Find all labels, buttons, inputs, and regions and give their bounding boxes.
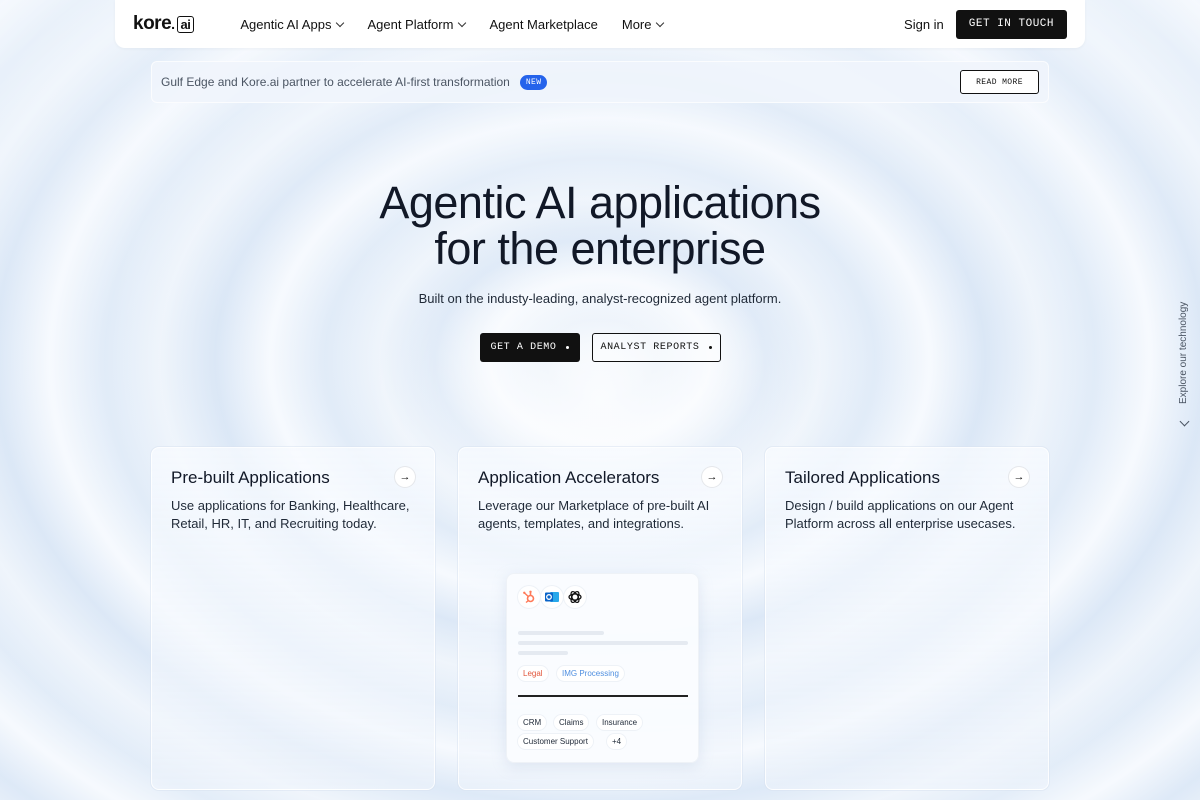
main-menu: Agentic AI Apps Agent Platform Agent Mar… [240, 16, 665, 32]
banner-text: Gulf Edge and Kore.ai partner to acceler… [161, 75, 510, 89]
placeholder-line [518, 641, 688, 645]
chevron-down-icon [336, 18, 345, 27]
read-more-button[interactable]: READ MORE [960, 70, 1039, 94]
chip-claims: Claims [554, 715, 589, 730]
menu-item-label: Agent Platform [367, 16, 454, 32]
menu-item-agentic-ai-apps[interactable]: Agentic AI Apps [240, 16, 345, 32]
arrow-right-icon[interactable]: → [395, 467, 415, 487]
logo-suffix: ai [176, 15, 195, 33]
get-a-demo-label: GET A DEMO [490, 342, 557, 353]
chip-customer-support: Customer Support [518, 734, 593, 749]
menu-item-label: Agentic AI Apps [240, 16, 332, 32]
hero-title-line1: Agentic AI applications [379, 177, 821, 228]
arrow-right-icon[interactable]: → [1009, 467, 1029, 487]
accelerator-mockup: Legal IMG Processing CRM Claims Insuranc… [506, 573, 699, 763]
menu-item-agent-marketplace[interactable]: Agent Marketplace [489, 17, 597, 32]
explore-technology-text: Explore our technology [1178, 301, 1189, 404]
card-title: Tailored Applications [785, 468, 940, 487]
top-navbar: kore. ai Agentic AI Apps Agent Platform A… [115, 0, 1085, 48]
legal-tag: Legal [518, 666, 548, 681]
chip-insurance: Insurance [597, 715, 643, 730]
sign-in-link[interactable]: Sign in [904, 17, 944, 32]
get-in-touch-button[interactable]: GET IN TOUCH [955, 9, 1067, 39]
analyst-reports-button[interactable]: ANALYST REPORTS [591, 333, 721, 362]
card-tailored-applications[interactable]: Tailored Applications → Design / build a… [765, 447, 1049, 790]
card-body: Leverage our Marketplace of pre-built AI… [478, 498, 710, 531]
card-prebuilt-applications[interactable]: Pre-built Applications → Use application… [151, 447, 435, 790]
hero-title-line2: for the enterprise [434, 223, 766, 274]
menu-item-agent-platform[interactable]: Agent Platform [367, 16, 467, 32]
menu-item-more[interactable]: More [621, 16, 665, 32]
card-body: Design / build applications on our Agent… [785, 498, 1016, 531]
menu-item-label: Agent Marketplace [489, 16, 598, 32]
chevron-down-icon [656, 18, 665, 27]
get-a-demo-button[interactable]: GET A DEMO [479, 333, 580, 362]
kore-ai-logo[interactable]: kore. ai [133, 13, 195, 35]
outlook-icon [541, 586, 563, 608]
openai-icon [564, 586, 586, 608]
card-application-accelerators[interactable]: Application Accelerators → Leverage our … [458, 447, 742, 790]
separator-line [518, 695, 688, 697]
placeholder-line [518, 631, 604, 635]
hero-title: Agentic AI applications for the enterpri… [0, 180, 1200, 272]
dot-icon [565, 346, 569, 349]
card-body: Use applications for Banking, Healthcare… [171, 498, 410, 531]
analyst-reports-label: ANALYST REPORTS [600, 342, 700, 353]
chevron-down-icon[interactable] [1179, 416, 1190, 427]
announcement-banner: Gulf Edge and Kore.ai partner to acceler… [151, 61, 1049, 103]
img-processing-tag: IMG Processing [557, 666, 624, 681]
chevron-down-icon [458, 18, 467, 27]
card-title: Application Accelerators [478, 468, 660, 487]
placeholder-line [518, 651, 568, 655]
explore-technology-link[interactable]: Explore our technology [1178, 302, 1192, 404]
new-badge: NEW [519, 74, 548, 90]
hero-cta-group: GET A DEMO ANALYST REPORTS [0, 333, 1200, 362]
chip-crm: CRM [518, 715, 547, 730]
chip-more-count: +4 [607, 734, 627, 749]
menu-item-label: More [621, 16, 652, 32]
hero-subtitle: Built on the industy-leading, analyst-re… [418, 291, 782, 306]
integration-icons [518, 586, 586, 608]
hubspot-icon [518, 586, 540, 608]
logo-text: kore [133, 13, 172, 34]
card-title: Pre-built Applications [171, 468, 330, 487]
arrow-right-icon[interactable]: → [702, 467, 722, 487]
dot-icon [708, 346, 712, 349]
